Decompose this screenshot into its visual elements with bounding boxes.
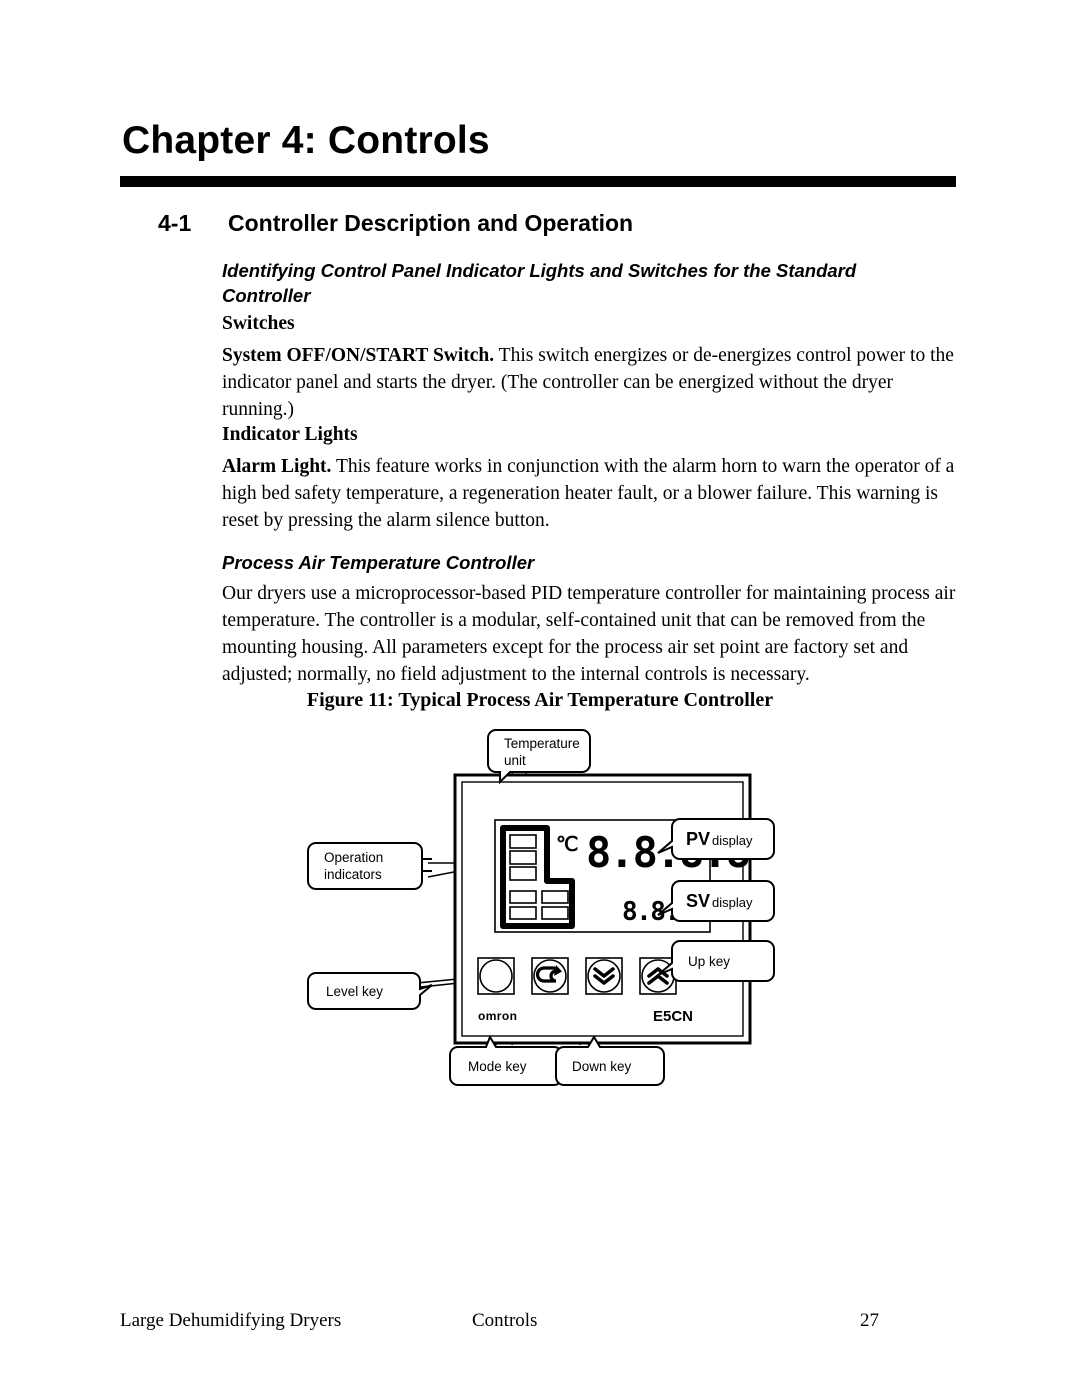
down-key-button[interactable] bbox=[585, 957, 623, 995]
callout-operation-indicators: Operation indicators bbox=[307, 842, 432, 890]
footer-left: Large Dehumidifying Dryers bbox=[120, 1310, 342, 1331]
mode-key-button[interactable] bbox=[531, 957, 569, 995]
paragraph-process-air-controller: Our dryers use a microprocessor-based PI… bbox=[222, 583, 956, 685]
section-title: Controller Description and Operation bbox=[228, 210, 634, 236]
footer-page-number: 27 bbox=[860, 1310, 879, 1331]
system-switch-label: System OFF/ON/START Switch. bbox=[222, 345, 495, 366]
callout-down-key-label: Down key bbox=[572, 1059, 632, 1074]
callout-temperature-unit-line2: unit bbox=[504, 753, 526, 768]
callout-sv-display-label: SV bbox=[686, 891, 710, 911]
callout-sv-display: SV display bbox=[657, 880, 775, 922]
callout-level-key: Level key bbox=[307, 972, 433, 1010]
callout-up-key: Up key bbox=[657, 940, 775, 982]
omron-logo: omron bbox=[478, 1009, 517, 1023]
figure-caption: Figure 11: Typical Process Air Temperatu… bbox=[306, 689, 774, 711]
section-heading: 4-1 Controller Description and Operation bbox=[158, 209, 633, 237]
callout-pv-display-label: PV bbox=[686, 829, 710, 849]
section-number: 4-1 bbox=[158, 210, 192, 236]
callout-operation-indicators-line1: Operation bbox=[324, 850, 383, 865]
subheading-process-air-temperature-controller: Process Air Temperature Controller bbox=[222, 552, 535, 573]
document-page: Chapter 4: Controls 4-1 Controller Descri… bbox=[0, 0, 1080, 1397]
callout-pv-bold: PV bbox=[686, 829, 710, 849]
callout-pv-display: PV display bbox=[657, 818, 775, 860]
callout-sv-display-sub: display bbox=[712, 895, 753, 910]
paragraph-alarm-light: Alarm Light. This feature works in conju… bbox=[222, 453, 960, 534]
heading-indicator-lights: Indicator Lights bbox=[222, 424, 358, 445]
alarm-light-label: Alarm Light. bbox=[222, 456, 332, 477]
callout-mode-key-label: Mode key bbox=[468, 1059, 527, 1074]
callout-temperature-unit-line1: Temperature bbox=[504, 736, 580, 751]
level-key-button[interactable] bbox=[477, 957, 515, 995]
callout-pv-display-sub: display bbox=[712, 833, 753, 848]
callout-sv-bold: SV bbox=[686, 891, 710, 911]
paragraph-system-switch: System OFF/ON/START Switch. This switch … bbox=[222, 342, 960, 423]
callout-operation-indicators-line2: indicators bbox=[324, 867, 382, 882]
callout-up-key-label: Up key bbox=[688, 954, 730, 969]
subheading-identifying-control-panel: Identifying Control Panel Indicator Ligh… bbox=[222, 260, 857, 306]
model-number: E5CN bbox=[653, 1008, 693, 1025]
title-rule-divider bbox=[120, 176, 956, 187]
temperature-unit-symbol: ℃ bbox=[556, 832, 578, 856]
callout-level-key-label: Level key bbox=[326, 984, 383, 999]
alarm-light-text: This feature works in conjunction with t… bbox=[222, 456, 955, 531]
figure-11-controller-diagram: ℃ 8.8.8.8 8.8.8.8 bbox=[300, 715, 780, 1095]
footer-center: Controls bbox=[472, 1310, 538, 1331]
heading-switches: Switches bbox=[222, 313, 295, 334]
chapter-title: Chapter 4: Controls bbox=[122, 119, 490, 162]
